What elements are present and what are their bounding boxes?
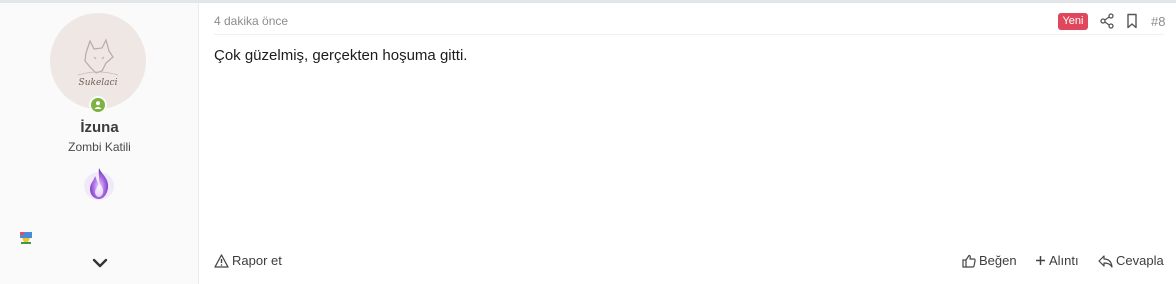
trophy-badge-icon <box>20 232 32 244</box>
reply-label: Cevapla <box>1116 253 1164 268</box>
quote-label: Alıntı <box>1049 253 1079 268</box>
reply-button[interactable]: Cevapla <box>1098 253 1164 268</box>
share-icon[interactable] <box>1100 13 1114 29</box>
online-status <box>89 96 107 114</box>
like-button[interactable]: Beğen <box>962 253 1017 268</box>
report-button[interactable]: Rapor et <box>214 253 282 268</box>
user-online-icon <box>91 98 105 112</box>
thumbs-up-icon <box>962 254 976 268</box>
quote-button[interactable]: Alıntı <box>1035 253 1079 268</box>
username[interactable]: İzuna <box>0 119 199 136</box>
post-content: 4 dakika önce Yeni #8 Çok güzelmiş, gerç… <box>199 3 1176 284</box>
forum-post: Sukelaci İzuna Zombi Katili 4 dakika önc… <box>0 3 1176 284</box>
report-label: Rapor et <box>232 253 282 268</box>
bookmark-icon[interactable] <box>1126 13 1138 29</box>
reply-icon <box>1098 254 1113 268</box>
chevron-down-icon[interactable] <box>90 255 110 271</box>
new-badge: Yeni <box>1058 13 1088 30</box>
plus-icon <box>1036 256 1045 265</box>
svg-text:Sukelaci: Sukelaci <box>79 78 118 88</box>
post-message: Çok güzelmiş, gerçekten hoşuma gitti. <box>214 47 468 64</box>
wolf-logo-icon: Sukelaci <box>77 38 119 88</box>
avatar[interactable]: Sukelaci <box>50 13 146 109</box>
like-label: Beğen <box>979 253 1017 268</box>
user-title: Zombi Katili <box>68 140 131 154</box>
warning-icon <box>214 253 229 268</box>
user-info-panel: Sukelaci İzuna Zombi Katili <box>0 3 199 284</box>
post-timestamp[interactable]: 4 dakika önce <box>214 14 288 28</box>
post-number[interactable]: #8 <box>1151 14 1165 29</box>
post-header-divider <box>214 34 1164 35</box>
purple-flame-badge-icon <box>84 168 114 200</box>
